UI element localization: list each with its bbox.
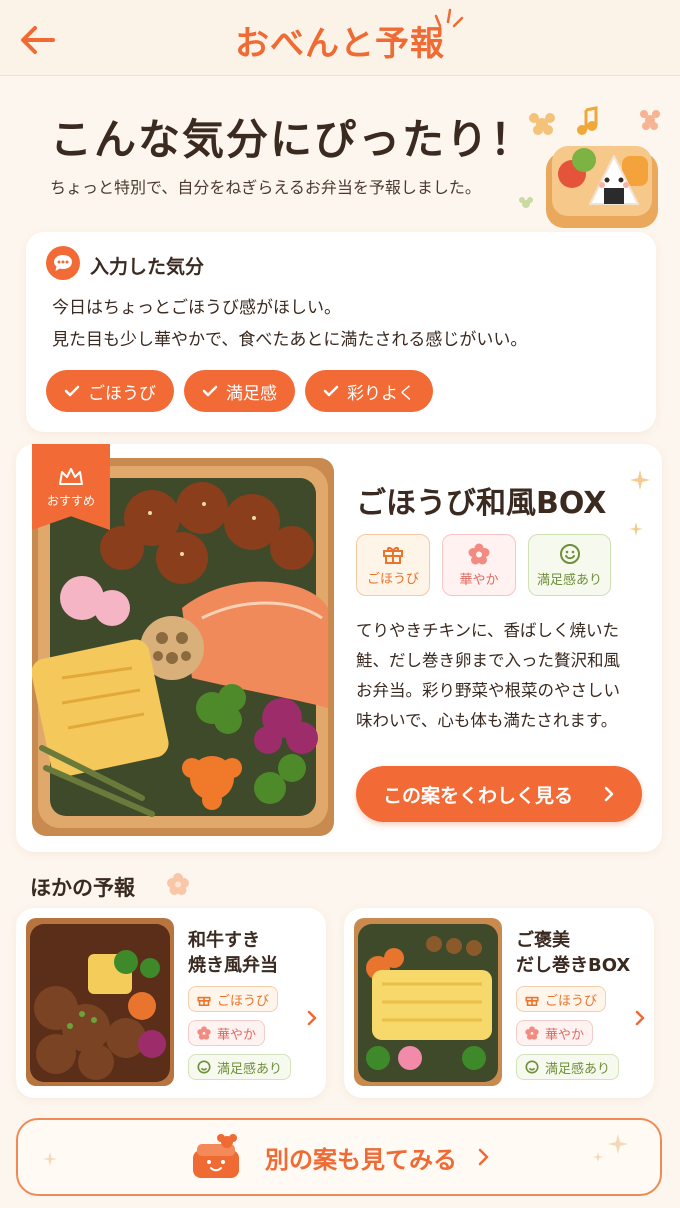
see-other-options-button[interactable]: 別の案も見てみる [16, 1118, 662, 1196]
bento-photo [26, 918, 174, 1086]
tag-gohoubi: ごほうび [356, 534, 430, 596]
smile-icon [525, 1060, 539, 1074]
check-icon [64, 385, 80, 397]
tag-label: ごほうび [545, 993, 598, 1009]
tag-label: 満足感あり [217, 1061, 283, 1077]
smile-icon [197, 1060, 211, 1074]
chevron-right-icon[interactable] [634, 1008, 646, 1028]
sparkle-icon [43, 1152, 57, 1166]
tag-gohoubi: ごほうび [188, 986, 279, 1012]
other-forecast-tags: ごほうび 華やか 満足感あり [188, 986, 292, 1080]
title-line: 焼き風弁当 [188, 955, 278, 976]
check-icon [202, 385, 218, 397]
description-line: お弁当。彩り野菜や根菜のやさしい [356, 681, 620, 700]
tag-hanayaka: 華やか [442, 534, 516, 596]
page-title: こんな気分にぴったり！ [50, 115, 535, 164]
app-header: おべんと予報 [0, 0, 680, 76]
chip-label: 満足感 [226, 383, 277, 404]
sparkle-icon [593, 1134, 628, 1162]
bento-box-icon [193, 1134, 239, 1178]
other-forecast-tags: ごほうび 華やか 満足感あり [516, 986, 620, 1080]
view-details-button[interactable]: この案をくわしく見る [356, 766, 642, 822]
smile-icon [559, 543, 580, 564]
other-forecast-card[interactable]: 和牛すき 焼き風弁当 ごほうび 華やか 満足感あり [16, 908, 326, 1098]
title-line: だし巻きBOX [516, 955, 631, 976]
tag-gohoubi: ごほうび [516, 986, 607, 1012]
tag-label: 満足感あり [545, 1061, 611, 1077]
gift-icon [197, 996, 211, 1006]
tag-manzoku: 満足感あり [188, 1054, 292, 1080]
crown-icon [59, 467, 83, 485]
chip-gohoubi[interactable]: ごほうび [46, 370, 174, 412]
view-details-label: この案をくわしく見る [382, 784, 573, 807]
check-icon [323, 385, 339, 397]
tag-label: ごほうび [217, 993, 270, 1009]
tag-label: 華やか [217, 1027, 257, 1043]
recommendation-description: てりやきチキンに、香ばしく焼いた 鮭、だし巻き卵まで入った贅沢和風 お弁当。彩り… [356, 616, 646, 736]
description-line: 味わいで、心も体も満たされます。 [356, 711, 618, 730]
chip-manzokukan[interactable]: 満足感 [184, 370, 295, 412]
recommendation-tags: ごほうび 華やか 満足感あり [356, 534, 612, 596]
tag-label: 華やか [545, 1027, 585, 1043]
tag-label: 満足感あり [537, 572, 603, 588]
chip-irodori[interactable]: 彩りよく [305, 370, 433, 412]
mood-card: 入力した気分 今日はちょっとごほうび感がほしい。 見た目も少し華やかで、食べたあ… [26, 232, 656, 432]
tag-label: ごほうび [366, 571, 419, 587]
main-recommendation-card[interactable]: おすすめ ごほうび和風BOX ごほうび 華やか 満足感あり てりやきチキンに、香… [16, 444, 662, 852]
tag-hanayaka: 華やか [188, 1020, 266, 1046]
tag-label: 華やか [459, 572, 499, 588]
chevron-right-icon [478, 1148, 489, 1166]
flower-icon [525, 1026, 539, 1040]
title-line: ご褒美 [516, 930, 570, 951]
chip-label: 彩りよく [347, 383, 415, 404]
app-title: おべんと予報 [235, 24, 445, 64]
mood-label: 入力した気分 [90, 256, 205, 278]
mood-chips: ごほうび 満足感 彩りよく [46, 370, 433, 412]
tag-manzoku: 満足感あり [516, 1054, 620, 1080]
title-line: 和牛すき [188, 930, 260, 951]
other-forecast-card[interactable]: ご褒美 だし巻きBOX ごほうび 華やか 満足感あり [344, 908, 654, 1098]
flower-icon [468, 543, 490, 564]
chip-label: ごほうび [88, 383, 156, 404]
bento-photo [354, 918, 502, 1086]
chat-bubble-icon [46, 246, 80, 280]
sparkle-icon [629, 470, 650, 536]
others-section-title: ほかの予報 [30, 876, 135, 900]
flower-icon [197, 1026, 211, 1040]
sparkle-icon [434, 8, 464, 28]
chevron-right-icon [604, 786, 614, 802]
flower-icon [167, 873, 189, 895]
description-line: 鮭、だし巻き卵まで入った贅沢和風 [356, 651, 620, 670]
see-other-options-label: 別の案も見てみる [265, 1145, 457, 1174]
recommendation-title: ごほうび和風BOX [356, 486, 607, 521]
recommend-badge-label: おすすめ [46, 493, 95, 508]
bento-mascot-illustration [519, 106, 660, 228]
mood-text: 今日はちょっとごほうび感がほしい。 見た目も少し華やかで、食べたあとに満たされる… [52, 292, 527, 356]
mood-text-line: 見た目も少し華やかで、食べたあとに満たされる感じがいい。 [52, 330, 528, 350]
tag-manzoku: 満足感あり [528, 534, 612, 596]
chevron-right-icon[interactable] [306, 1008, 318, 1028]
description-line: てりやきチキンに、香ばしく焼いた [356, 621, 620, 640]
page-subtitle: ちょっと特別で、自分をねぎらえるお弁当を予報しました。 [50, 178, 481, 197]
tag-hanayaka: 華やか [516, 1020, 594, 1046]
gift-icon [525, 996, 539, 1006]
mood-text-line: 今日はちょっとごほうび感がほしい。 [52, 298, 341, 318]
other-forecast-title: 和牛すき 焼き風弁当 [188, 928, 278, 978]
other-forecast-title: ご褒美 だし巻きBOX [516, 928, 630, 978]
gift-icon [383, 546, 403, 564]
